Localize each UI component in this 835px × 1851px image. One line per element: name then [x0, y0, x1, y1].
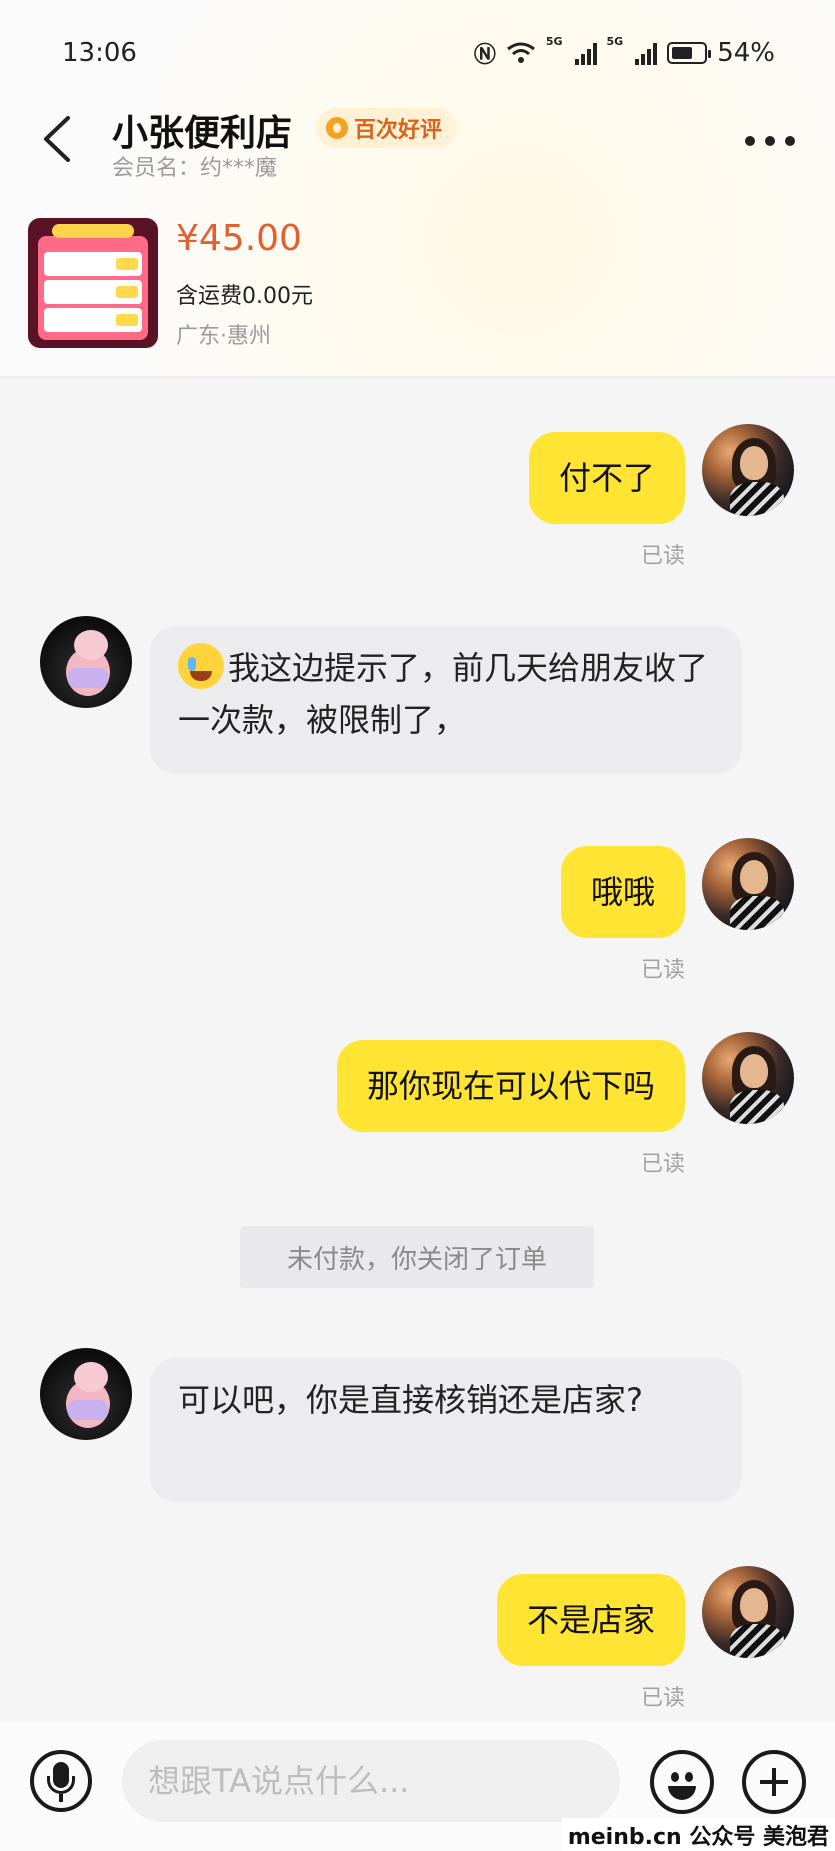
product-card[interactable]: ¥45.00 含运费0.00元 广东·惠州 — [28, 218, 835, 350]
status-bar: 13:06 Ⓝ 5G 5G 54% — [62, 36, 775, 70]
badge-coin-icon — [326, 117, 348, 139]
shipping-info: 含运费0.00元 — [176, 284, 313, 309]
read-status: 已读 — [640, 1152, 685, 1177]
product-price: ¥45.00 — [176, 218, 302, 259]
my-avatar[interactable] — [702, 1032, 794, 1124]
nfc-icon: Ⓝ — [473, 43, 496, 68]
badge-label: 百次好评 — [354, 118, 443, 143]
message-text: 我这边提示了，前几天给朋友收了一次款，被限制了， — [178, 649, 709, 739]
product-thumbnail[interactable] — [28, 218, 158, 348]
header-area: 13:06 Ⓝ 5G 5G 54% 小张便利店 百次好评 会员名：约***魔 ¥… — [0, 0, 835, 378]
good-review-badge: 百次好评 — [316, 108, 457, 148]
more-options-icon[interactable] — [745, 136, 795, 146]
my-avatar[interactable] — [702, 424, 794, 516]
read-status: 已读 — [640, 958, 685, 983]
wifi-icon — [506, 42, 535, 63]
message-bubble-sent[interactable]: 不是店家 — [496, 1574, 685, 1666]
read-status: 已读 — [640, 544, 685, 569]
seller-avatar[interactable] — [40, 1348, 132, 1440]
message-bubble-received[interactable]: 可以吧，你是直接核销还是店家? — [150, 1358, 742, 1502]
message-bubble-sent[interactable]: 付不了 — [528, 432, 685, 524]
system-notice: 未付款，你关闭了订单 — [240, 1226, 594, 1288]
header-divider — [0, 376, 835, 378]
signal-icon-1 — [574, 41, 597, 65]
message-bubble-received[interactable]: 我这边提示了，前几天给朋友收了一次款，被限制了， — [150, 626, 742, 774]
my-avatar[interactable] — [702, 1566, 794, 1658]
network-label-2: 5G — [606, 35, 624, 48]
my-avatar[interactable] — [702, 838, 794, 930]
network-label-1: 5G — [545, 35, 563, 48]
plus-icon[interactable] — [742, 1750, 806, 1814]
crying-laughing-emoji-icon — [178, 643, 224, 689]
watermark: meinb.cn 公众号 美泡君 — [561, 1818, 835, 1851]
emoji-icon[interactable] — [650, 1750, 714, 1814]
shop-name[interactable]: 小张便利店 — [112, 104, 292, 156]
message-bubble-sent[interactable]: 那你现在可以代下吗 — [336, 1040, 685, 1132]
message-bubble-sent[interactable]: 哦哦 — [560, 846, 685, 938]
microphone-icon[interactable] — [30, 1750, 92, 1812]
signal-icon-2 — [635, 41, 658, 65]
status-time: 13:06 — [62, 38, 137, 68]
read-status: 已读 — [640, 1686, 685, 1711]
battery-percent: 54% — [717, 38, 775, 68]
back-arrow-icon[interactable] — [38, 114, 78, 164]
seller-avatar[interactable] — [40, 616, 132, 708]
battery-icon — [667, 42, 712, 64]
member-name: 会员名：约***魔 — [112, 156, 278, 181]
chat-header: 小张便利店 百次好评 会员名：约***魔 — [0, 100, 835, 181]
seller-location: 广东·惠州 — [176, 324, 271, 349]
message-input[interactable] — [122, 1740, 620, 1822]
